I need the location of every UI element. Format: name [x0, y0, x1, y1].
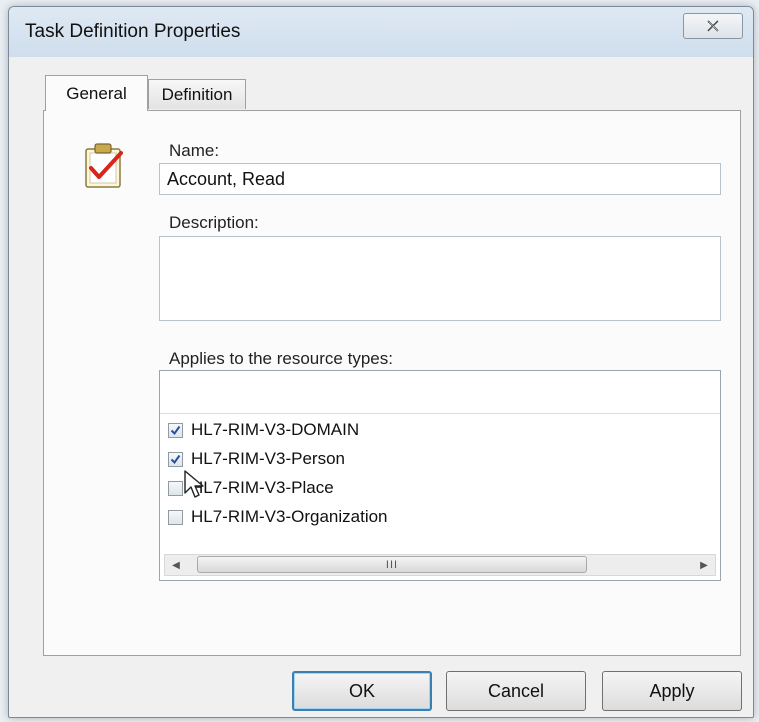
scroll-left-icon[interactable]: ◀: [165, 555, 187, 575]
checkmark-icon: [170, 425, 181, 435]
cancel-button[interactable]: Cancel: [446, 671, 586, 711]
resource-types-label: Applies to the resource types:: [169, 349, 393, 368]
window-title: Task Definition Properties: [25, 21, 241, 42]
ok-button[interactable]: OK: [292, 671, 432, 711]
close-button[interactable]: [683, 13, 743, 39]
list-item[interactable]: HL7-RIM-V3-Organization: [168, 504, 388, 530]
tab-definition-label: Definition: [161, 84, 233, 104]
scroll-thumb[interactable]: III: [197, 556, 587, 573]
clipboard-checkmark-icon: [85, 143, 123, 188]
list-item-label: HL7-RIM-V3-Place: [191, 478, 334, 497]
scroll-right-icon[interactable]: ▶: [693, 555, 715, 575]
list-item-label: HL7-RIM-V3-Organization: [191, 507, 388, 526]
list-item-label: HL7-RIM-V3-DOMAIN: [191, 420, 360, 439]
checkbox[interactable]: [168, 422, 183, 438]
description-field[interactable]: [159, 236, 721, 321]
tab-general-label: General: [66, 83, 127, 103]
mouse-cursor-icon: [184, 470, 204, 498]
tab-general[interactable]: General: [45, 75, 148, 111]
resource-types-list[interactable]: HL7-RIM-V3-DOMAIN HL7-RIM-V3-Person HL7-…: [159, 370, 721, 581]
checkbox[interactable]: [168, 509, 183, 525]
list-item[interactable]: HL7-RIM-V3-DOMAIN: [168, 417, 359, 443]
scroll-grip: III: [385, 558, 399, 571]
name-field[interactable]: Account, Read: [159, 163, 721, 195]
horizontal-scrollbar[interactable]: ◀ III ▶: [164, 554, 716, 576]
list-header: [160, 371, 720, 414]
checkmark-icon: [170, 454, 181, 464]
close-icon: [707, 20, 719, 32]
list-item-label: HL7-RIM-V3-Person: [191, 449, 345, 468]
title-bar: Task Definition Properties: [9, 7, 753, 57]
name-field-value: Account, Read: [167, 169, 286, 189]
description-label: Description:: [169, 213, 259, 232]
checkbox[interactable]: [168, 451, 183, 467]
task-definition-properties-dialog: Task Definition Properties General Defin…: [8, 6, 754, 718]
name-label: Name:: [169, 141, 220, 160]
general-tab-panel: Name: Account, Read Description: Applies…: [43, 110, 741, 656]
tab-definition[interactable]: Definition: [148, 79, 246, 109]
checkbox[interactable]: [168, 480, 183, 496]
apply-button[interactable]: Apply: [602, 671, 742, 711]
